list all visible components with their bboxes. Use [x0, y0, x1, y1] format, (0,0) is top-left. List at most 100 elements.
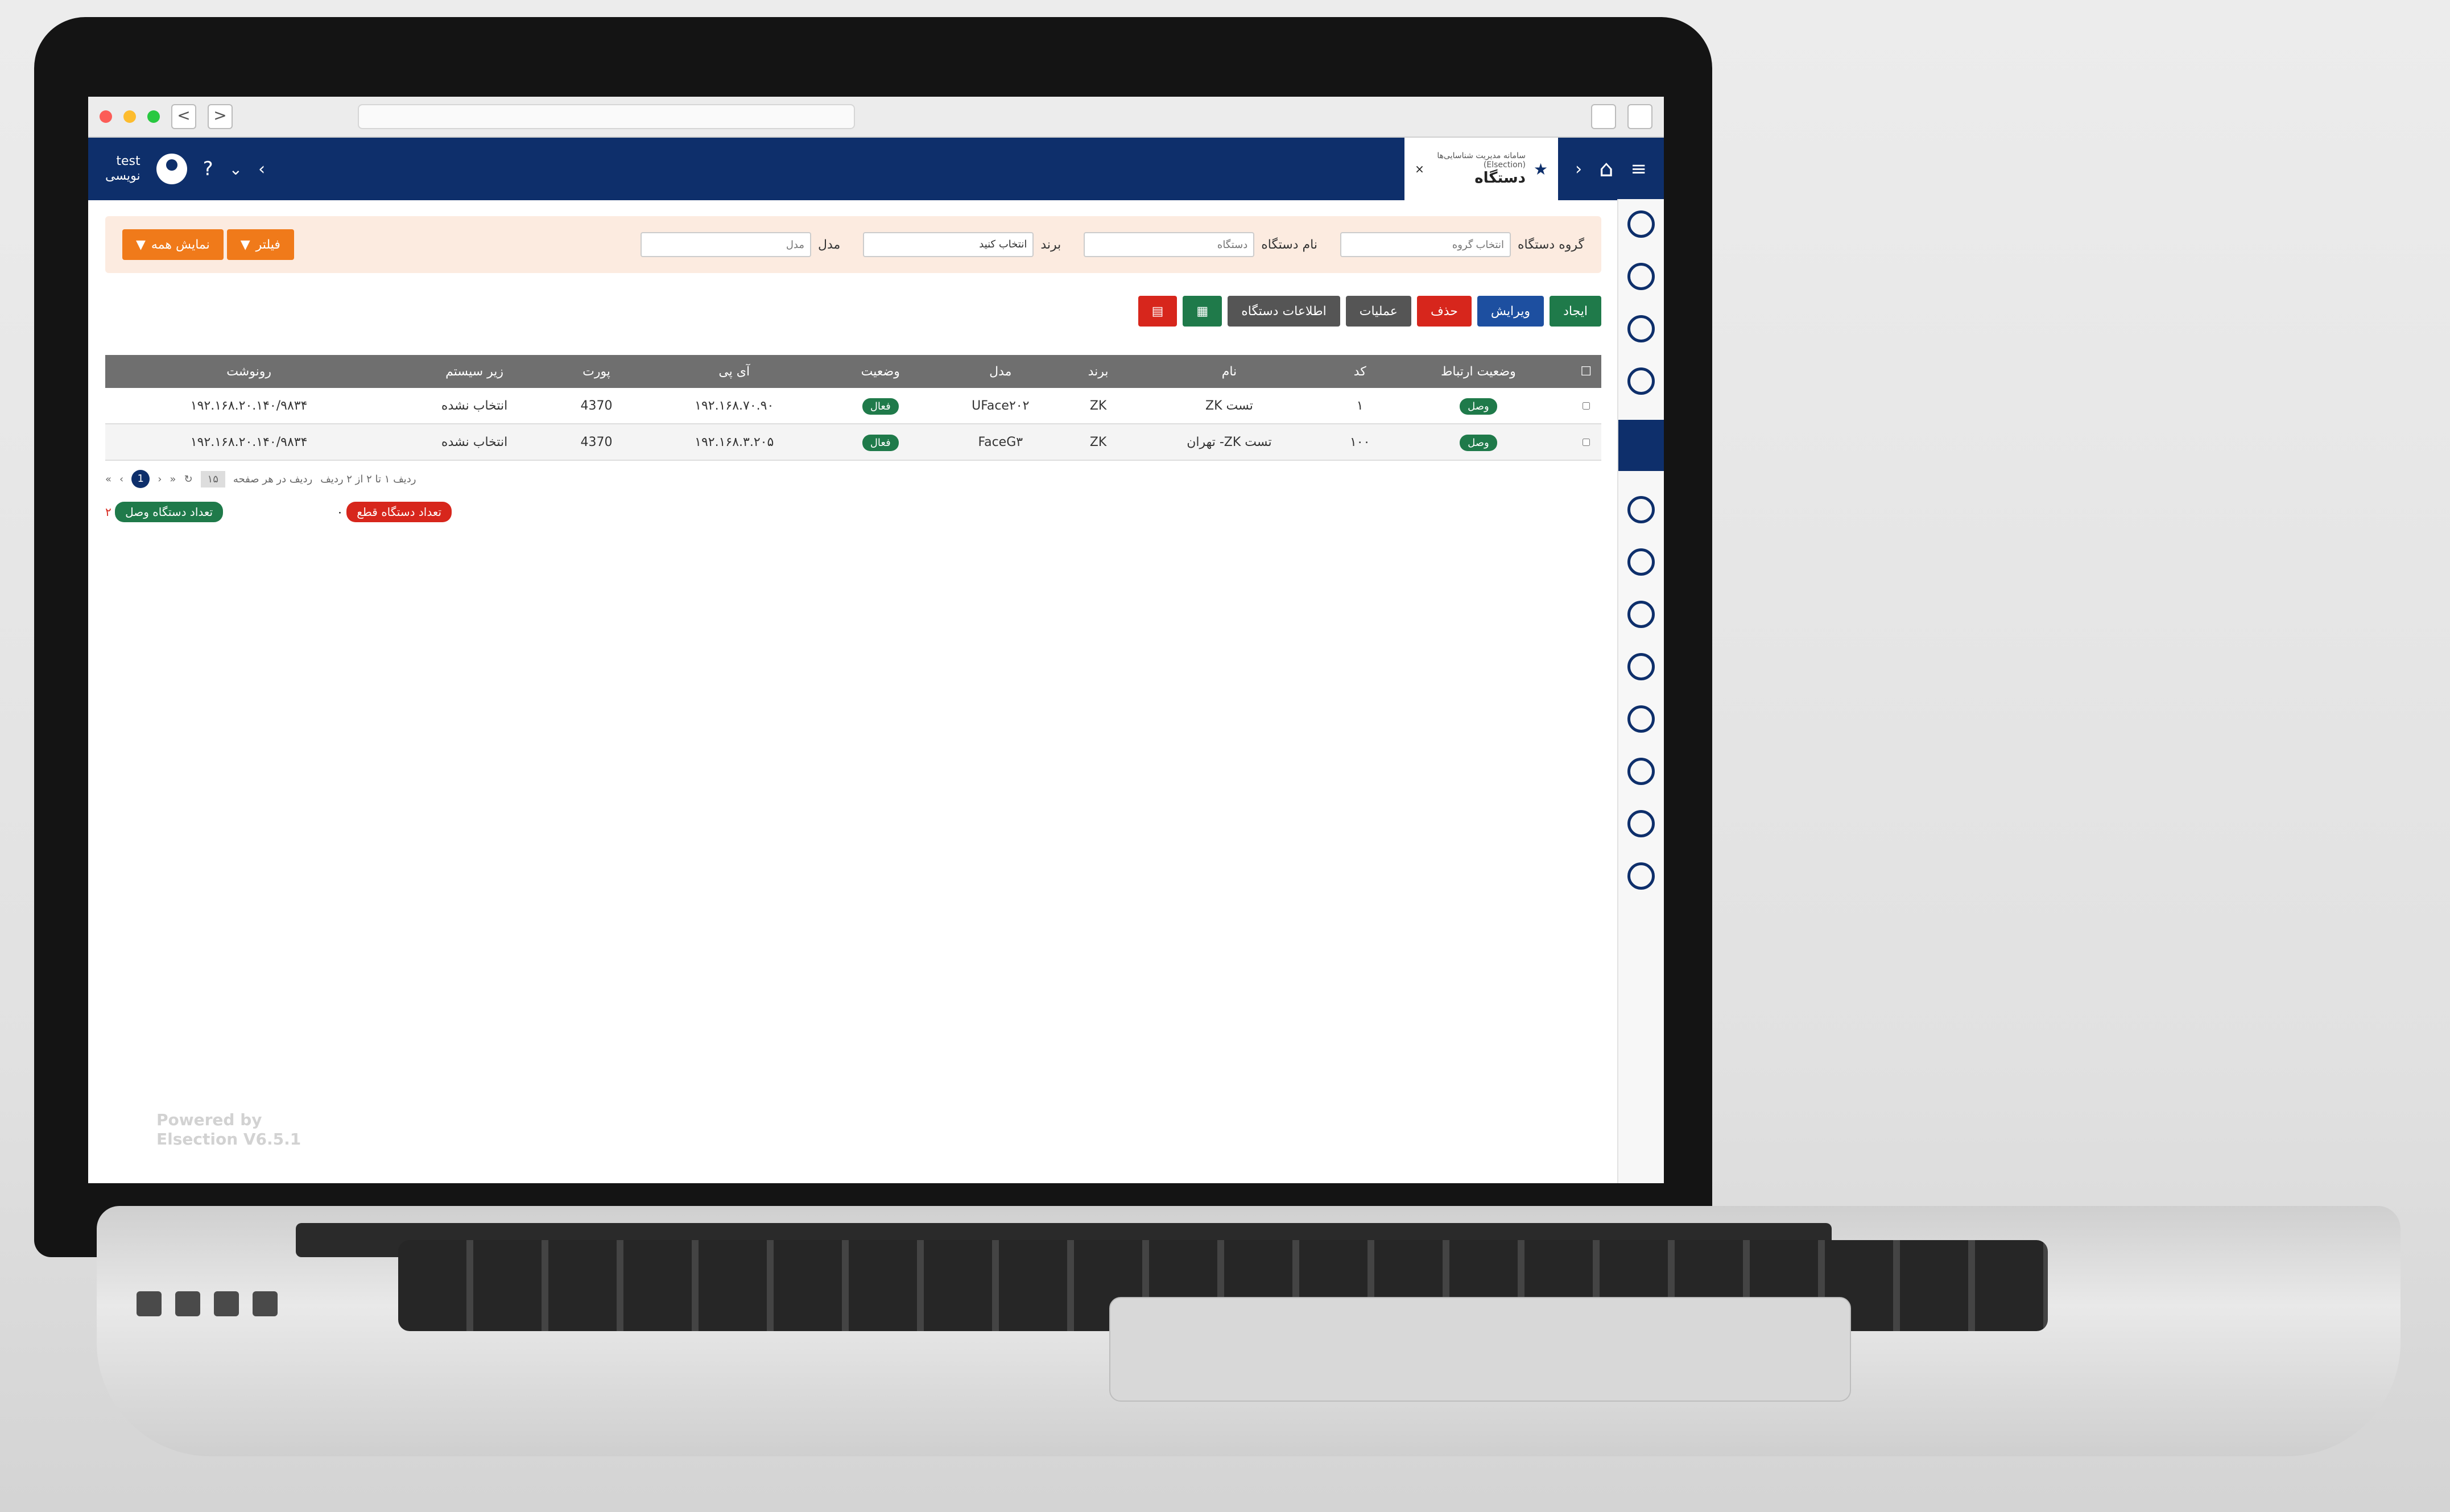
tab-title: دستگاه [1474, 170, 1526, 187]
user-name: test [116, 154, 141, 168]
building-icon[interactable] [1627, 862, 1655, 890]
export-excel-button[interactable]: ▦ [1183, 296, 1222, 327]
cell-ip: ۱۹۲.۱۶۸.۳.۲۰۵ [637, 424, 832, 461]
globe-icon[interactable] [1627, 367, 1655, 395]
laptop-ports [137, 1291, 284, 1325]
main-content: گروه دستگاه نام دستگاه برند انتخاب کنید … [88, 199, 1618, 1183]
tabs-icon[interactable] [1627, 104, 1652, 129]
cell-subsystem: انتخاب نشده [393, 424, 556, 461]
delete-button[interactable]: حذف [1416, 296, 1472, 327]
powered-line2: Elsection V6.5.1 [156, 1130, 301, 1149]
cell-model: FaceG۳ [929, 424, 1072, 461]
toolbar: ایجاد ویرایش حذف عملیات اطلاعات دستگاه ▦… [105, 296, 1601, 327]
row-checkbox[interactable] [1583, 402, 1590, 410]
header-subsystem[interactable]: زیر سیستم [393, 355, 556, 388]
table-row[interactable]: وصل ۱ تست ZK ZK UFace۲۰۲ فعال ۱۹۲.۱۶۸.۷۰… [105, 388, 1601, 424]
powered-line1: Powered by [156, 1110, 262, 1129]
share-icon[interactable] [1591, 104, 1616, 129]
screen: < > test نویسی ? ⌄ ‹ × سامانه مدیریت شنا… [88, 97, 1664, 1183]
name-field[interactable] [1084, 232, 1255, 257]
pager: » › 1 ‹ « ↻ ۱۵ ردیف در هر صفحه ردیف ۱ تا… [105, 470, 1601, 488]
add-button[interactable]: ایجاد [1550, 296, 1601, 327]
operations-button[interactable]: عملیات [1345, 296, 1411, 327]
device-info-button[interactable]: اطلاعات دستگاه [1228, 296, 1340, 327]
chevron-left-icon[interactable]: ‹ [258, 159, 265, 179]
cell-port: 4370 [556, 424, 637, 461]
search-icon[interactable] [1627, 210, 1655, 238]
edit-button[interactable]: ویرایش [1477, 296, 1544, 327]
group-field[interactable] [1340, 232, 1511, 257]
row-checkbox[interactable] [1583, 438, 1590, 446]
show-all-button[interactable]: ▼ نمایش همه [122, 229, 224, 260]
tab-subtitle: سامانه مدیریت شناسایی‌ها (Elsection) [1437, 151, 1526, 170]
restaurant-icon[interactable] [1627, 601, 1655, 628]
cell-code: ۱۰۰ [1334, 424, 1386, 461]
truck-icon[interactable] [1627, 758, 1655, 785]
user-badge-icon[interactable] [1627, 705, 1655, 733]
next-page-icon[interactable]: › [119, 473, 123, 485]
cell-port: 4370 [556, 388, 637, 424]
cell-copy: ۱۹۲.۱۶۸.۲۰.۱۴۰/۹۸۳۴ [105, 424, 393, 461]
shield-icon[interactable] [1627, 653, 1655, 680]
disconnected-count: ۰ [337, 505, 343, 519]
close-dot[interactable] [100, 110, 112, 123]
url-bar[interactable] [358, 104, 855, 129]
chevron-down-icon[interactable]: ⌄ [229, 160, 242, 179]
close-icon[interactable]: × [1415, 162, 1424, 176]
car-icon[interactable] [1627, 810, 1655, 837]
briefcase-icon[interactable] [1627, 548, 1655, 576]
header-status[interactable]: وضعیت [832, 355, 929, 388]
prev-page-icon[interactable]: ‹ [158, 473, 162, 485]
brand-select[interactable]: انتخاب کنید [863, 232, 1034, 257]
cell-brand: ZK [1072, 388, 1125, 424]
per-page-select[interactable]: ۱۵ [200, 470, 225, 488]
tab-device[interactable]: × سامانه مدیریت شناسایی‌ها (Elsection) د… [1404, 138, 1559, 200]
fingerprint-icon[interactable] [1618, 420, 1664, 471]
filter-button[interactable]: ▼ فیلتر [226, 229, 294, 260]
star-icon[interactable]: ★ [1534, 160, 1548, 179]
maximize-dot[interactable] [147, 110, 160, 123]
cell-ip: ۱۹۲.۱۶۸.۷۰.۹۰ [637, 388, 832, 424]
user-role: نویسی [105, 169, 141, 183]
help-icon[interactable]: ? [203, 158, 213, 180]
back-button[interactable]: < [171, 104, 196, 129]
select-all-header[interactable]: ☐ [1571, 355, 1601, 388]
export-pdf-button[interactable]: ▤ [1138, 296, 1178, 327]
favorites-icon[interactable] [1627, 263, 1655, 290]
menu-icon[interactable]: ≡ [1631, 158, 1647, 180]
filter-label: فیلتر [255, 237, 280, 252]
conn-badge: وصل [1460, 398, 1497, 415]
user-info[interactable]: test نویسی [105, 154, 141, 184]
home-icon[interactable]: ⌂ [1599, 156, 1613, 182]
header-copy[interactable]: رونوشت [105, 355, 393, 388]
header-name[interactable]: نام [1124, 355, 1335, 388]
cell-code: ۱ [1334, 388, 1386, 424]
name-label: نام دستگاه [1261, 237, 1317, 252]
minimize-dot[interactable] [123, 110, 136, 123]
presentation-icon[interactable] [1627, 315, 1655, 342]
status-badge: فعال [862, 398, 899, 415]
disconnected-label: تعداد دستگاه قطع [346, 502, 452, 522]
cell-brand: ZK [1072, 424, 1125, 461]
header-ip[interactable]: آی پی [637, 355, 832, 388]
model-field[interactable] [641, 232, 812, 257]
cell-model: UFace۲۰۲ [929, 388, 1072, 424]
last-page-icon[interactable]: » [105, 473, 111, 485]
header-model[interactable]: مدل [929, 355, 1072, 388]
alarm-icon[interactable] [1627, 496, 1655, 523]
forward-button[interactable]: > [208, 104, 233, 129]
avatar[interactable] [156, 154, 187, 184]
header-code[interactable]: کد [1334, 355, 1386, 388]
refresh-icon[interactable]: ↻ [184, 473, 192, 485]
header-conn[interactable]: وضعیت ارتباط [1386, 355, 1571, 388]
first-page-icon[interactable]: « [170, 473, 176, 485]
laptop-trackpad [1109, 1297, 1851, 1402]
header-brand[interactable]: برند [1072, 355, 1125, 388]
header-port[interactable]: پورت [556, 355, 637, 388]
model-label: مدل [818, 237, 841, 252]
chevron-right-icon[interactable]: › [1575, 159, 1582, 179]
table-row[interactable]: وصل ۱۰۰ تست ZK- تهران ZK FaceG۳ فعال ۱۹۲… [105, 424, 1601, 461]
browser-bar: < > [88, 97, 1664, 138]
cell-name: تست ZK- تهران [1124, 424, 1335, 461]
current-page[interactable]: 1 [131, 470, 150, 488]
